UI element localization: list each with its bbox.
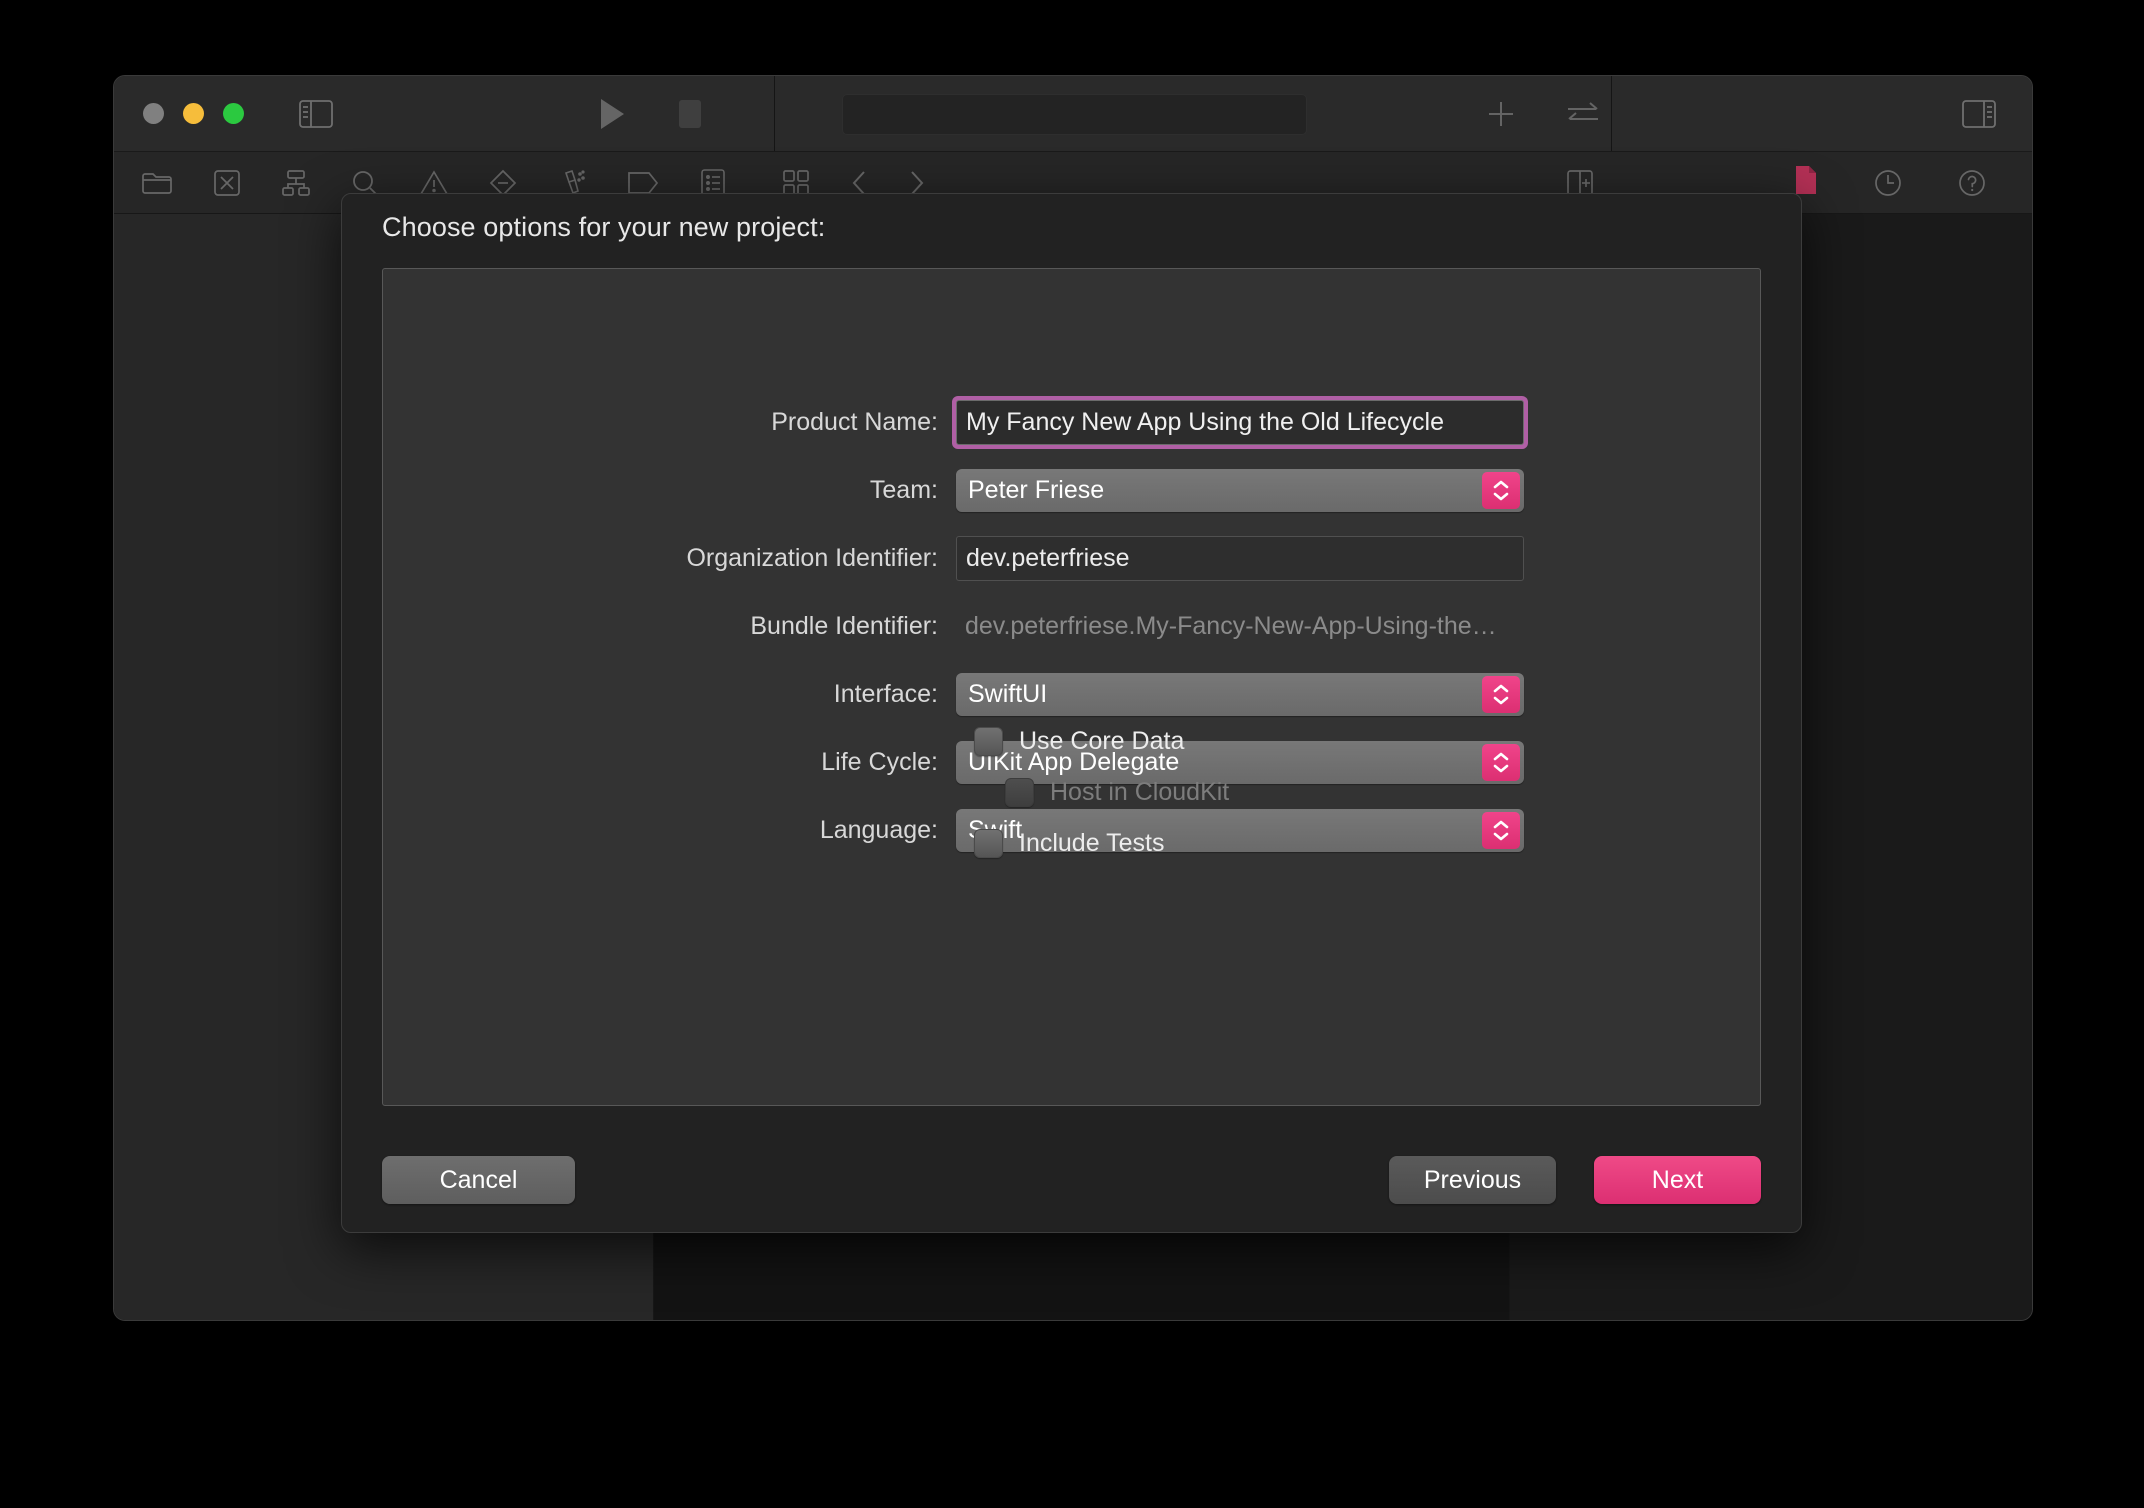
form-row-team: Team: Peter Friese xyxy=(383,468,1760,513)
team-popup-value: Peter Friese xyxy=(968,476,1104,505)
bundle-identifier-label: Bundle Identifier: xyxy=(383,612,956,641)
activity-status-bar[interactable] xyxy=(842,94,1307,135)
window-titlebar xyxy=(114,76,2032,152)
org-identifier-label: Organization Identifier: xyxy=(383,544,956,573)
host-in-cloudkit-label: Host in CloudKit xyxy=(1050,778,1229,807)
source-control-icon[interactable] xyxy=(213,169,241,197)
help-inspector-icon[interactable] xyxy=(1958,169,1986,197)
inspector-tab-group xyxy=(1794,165,1986,200)
form-row-bundle-identifier: Bundle Identifier: dev.peterfriese.My-Fa… xyxy=(383,604,1760,649)
interface-popup-value: SwiftUI xyxy=(968,680,1047,709)
stop-icon[interactable] xyxy=(677,99,703,129)
sidebar-toggle-icon[interactable] xyxy=(299,100,333,128)
dialog-footer: Cancel Previous Next xyxy=(342,1156,1801,1206)
checkbox-row-include-tests[interactable]: Include Tests xyxy=(974,823,1229,863)
cancel-button[interactable]: Cancel xyxy=(382,1156,575,1204)
dialog-title: Choose options for your new project: xyxy=(382,212,825,243)
chevron-updown-icon[interactable] xyxy=(1482,676,1520,713)
folder-icon[interactable] xyxy=(142,170,172,196)
chevron-updown-icon[interactable] xyxy=(1482,472,1520,509)
inspector-toggle-icon[interactable] xyxy=(1962,100,1996,128)
form-row-org-identifier: Organization Identifier: dev.peterfriese xyxy=(383,536,1760,581)
team-popup-button[interactable]: Peter Friese xyxy=(956,469,1524,512)
host-in-cloudkit-checkbox xyxy=(1005,778,1034,807)
run-icon[interactable] xyxy=(599,98,625,130)
use-core-data-label: Use Core Data xyxy=(1019,727,1184,756)
options-panel: Product Name: My Fancy New App Using the… xyxy=(382,268,1761,1106)
product-name-label: Product Name: xyxy=(383,408,956,437)
new-project-options-dialog: Choose options for your new project: Pro… xyxy=(341,193,1802,1233)
interface-popup-button[interactable]: SwiftUI xyxy=(956,673,1524,716)
hierarchy-icon[interactable] xyxy=(282,169,310,197)
life-cycle-label: Life Cycle: xyxy=(383,748,956,777)
form-row-interface: Interface: SwiftUI xyxy=(383,672,1760,717)
run-stop-group xyxy=(599,98,703,130)
checkbox-row-use-core-data[interactable]: Use Core Data xyxy=(974,721,1229,761)
use-core-data-checkbox[interactable] xyxy=(974,727,1003,756)
include-tests-label: Include Tests xyxy=(1019,829,1164,858)
add-icon[interactable] xyxy=(1486,99,1516,129)
screen: ction Choose options for your new projec… xyxy=(0,0,2144,1508)
language-label: Language: xyxy=(383,816,956,845)
team-label: Team: xyxy=(383,476,956,505)
form-row-product-name: Product Name: My Fancy New App Using the… xyxy=(383,400,1760,445)
previous-button[interactable]: Previous xyxy=(1389,1156,1556,1204)
minimize-button-icon[interactable] xyxy=(183,103,204,124)
titlebar-right-group xyxy=(1486,99,1600,129)
product-name-input[interactable]: My Fancy New App Using the Old Lifecycle xyxy=(956,400,1524,445)
chevron-updown-icon[interactable] xyxy=(1482,812,1520,849)
maximize-button-icon[interactable] xyxy=(223,103,244,124)
warning-icon[interactable] xyxy=(420,170,448,196)
checkbox-row-host-in-cloudkit: Host in CloudKit xyxy=(974,772,1229,812)
interface-label: Interface: xyxy=(383,680,956,709)
close-button-icon[interactable] xyxy=(143,103,164,124)
product-name-field-wrap: My Fancy New App Using the Old Lifecycle xyxy=(956,400,1524,445)
history-inspector-icon[interactable] xyxy=(1874,169,1902,197)
options-checkbox-group: Use Core Data Host in CloudKit Include T… xyxy=(974,721,1229,874)
traffic-lights xyxy=(143,103,244,124)
include-tests-checkbox[interactable] xyxy=(974,829,1003,858)
tag-icon[interactable] xyxy=(627,171,659,195)
swap-icon[interactable] xyxy=(1566,100,1600,128)
next-button[interactable]: Next xyxy=(1594,1156,1761,1204)
chevron-updown-icon[interactable] xyxy=(1482,744,1520,781)
bundle-identifier-value: dev.peterfriese.My-Fancy-New-App-Using-t… xyxy=(956,604,1524,649)
org-identifier-input[interactable]: dev.peterfriese xyxy=(956,536,1524,581)
